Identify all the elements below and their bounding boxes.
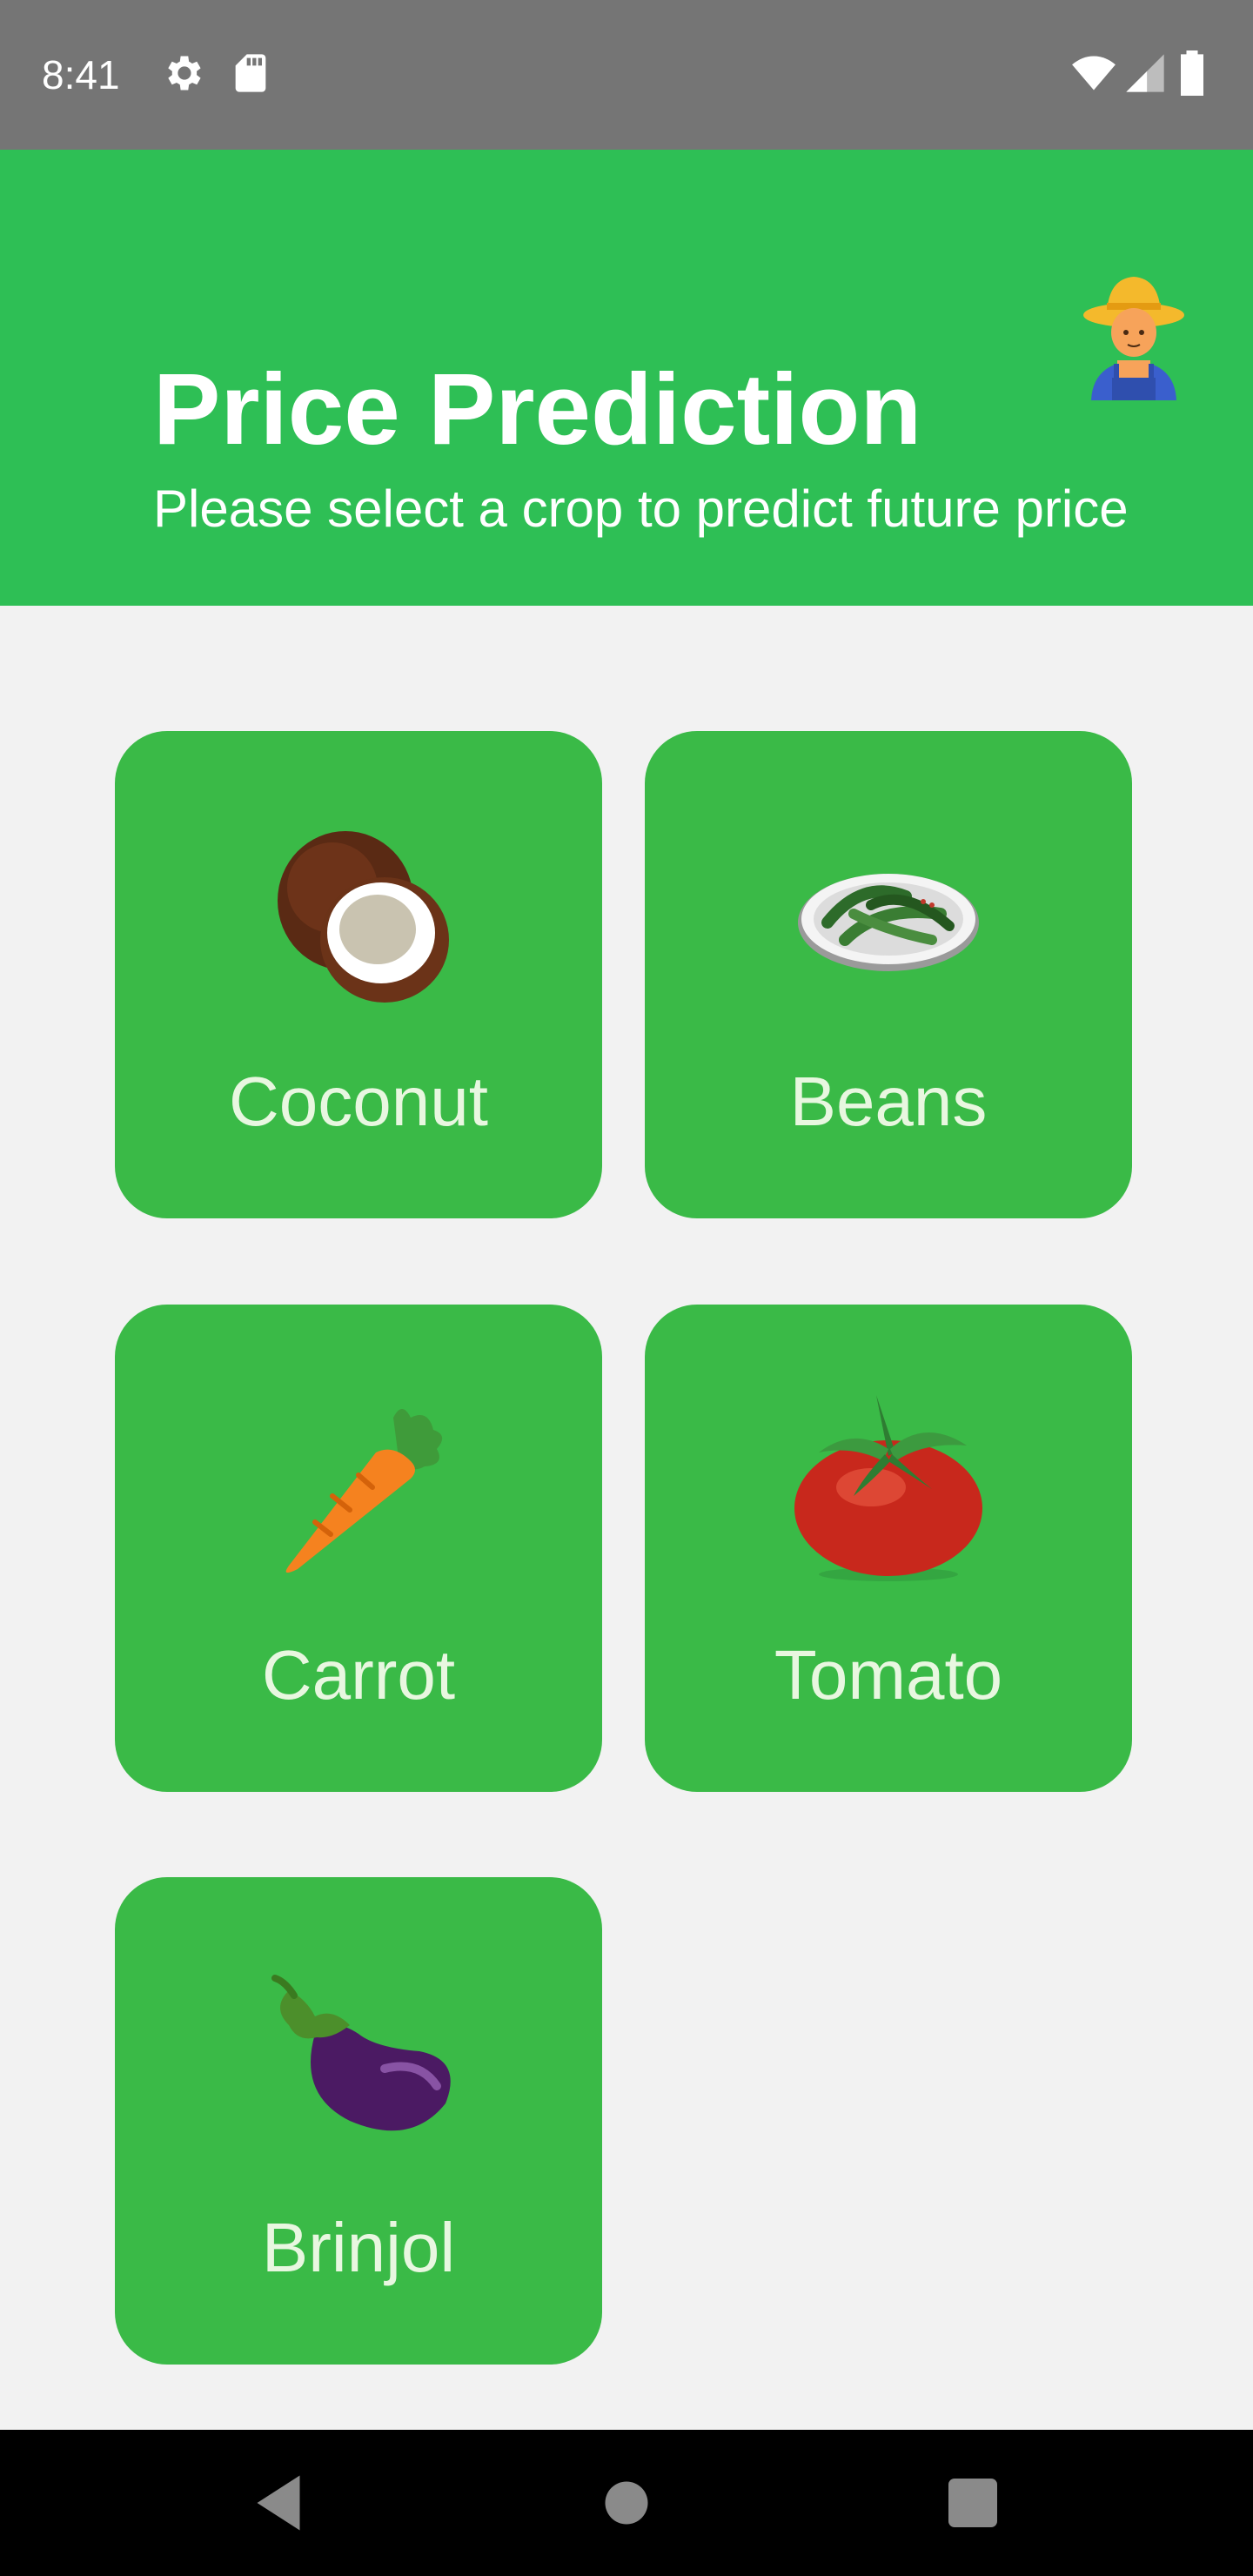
status-bar: 8:41 [0, 0, 1253, 150]
crop-card-brinjol[interactable]: Brinjol [115, 1877, 602, 2365]
crop-card-tomato[interactable]: Tomato [645, 1305, 1132, 1792]
wifi-icon [1069, 50, 1119, 96]
crop-label: Carrot [261, 1636, 456, 1714]
farmer-icon [1082, 270, 1185, 400]
battery-icon [1175, 50, 1209, 96]
navigation-bar [0, 2430, 1253, 2576]
status-time: 8:41 [42, 52, 120, 97]
carrot-icon [263, 1392, 454, 1583]
coconut-icon [263, 818, 454, 1010]
beans-icon [793, 818, 984, 1010]
gear-icon [160, 50, 205, 96]
signal-icon [1122, 50, 1168, 96]
crop-card-beans[interactable]: Beans [645, 731, 1132, 1218]
crop-card-carrot[interactable]: Carrot [115, 1305, 602, 1792]
crop-label: Beans [789, 1063, 988, 1140]
crop-label: Brinjol [261, 2209, 456, 2286]
crop-label: Coconut [229, 1063, 488, 1140]
page-subtitle: Please select a crop to predict future p… [153, 480, 1129, 538]
sd-card-icon [228, 50, 273, 96]
back-icon[interactable] [242, 2466, 315, 2539]
recents-icon[interactable] [936, 2466, 1009, 2539]
crop-card-coconut[interactable]: Coconut [115, 731, 602, 1218]
tomato-icon [793, 1392, 984, 1583]
header: Price Prediction Please select a crop to… [0, 150, 1253, 606]
eggplant-icon [263, 1964, 454, 2156]
crop-label: Tomato [774, 1636, 1003, 1714]
page-title: Price Prediction [153, 352, 922, 466]
home-icon[interactable] [590, 2466, 663, 2539]
